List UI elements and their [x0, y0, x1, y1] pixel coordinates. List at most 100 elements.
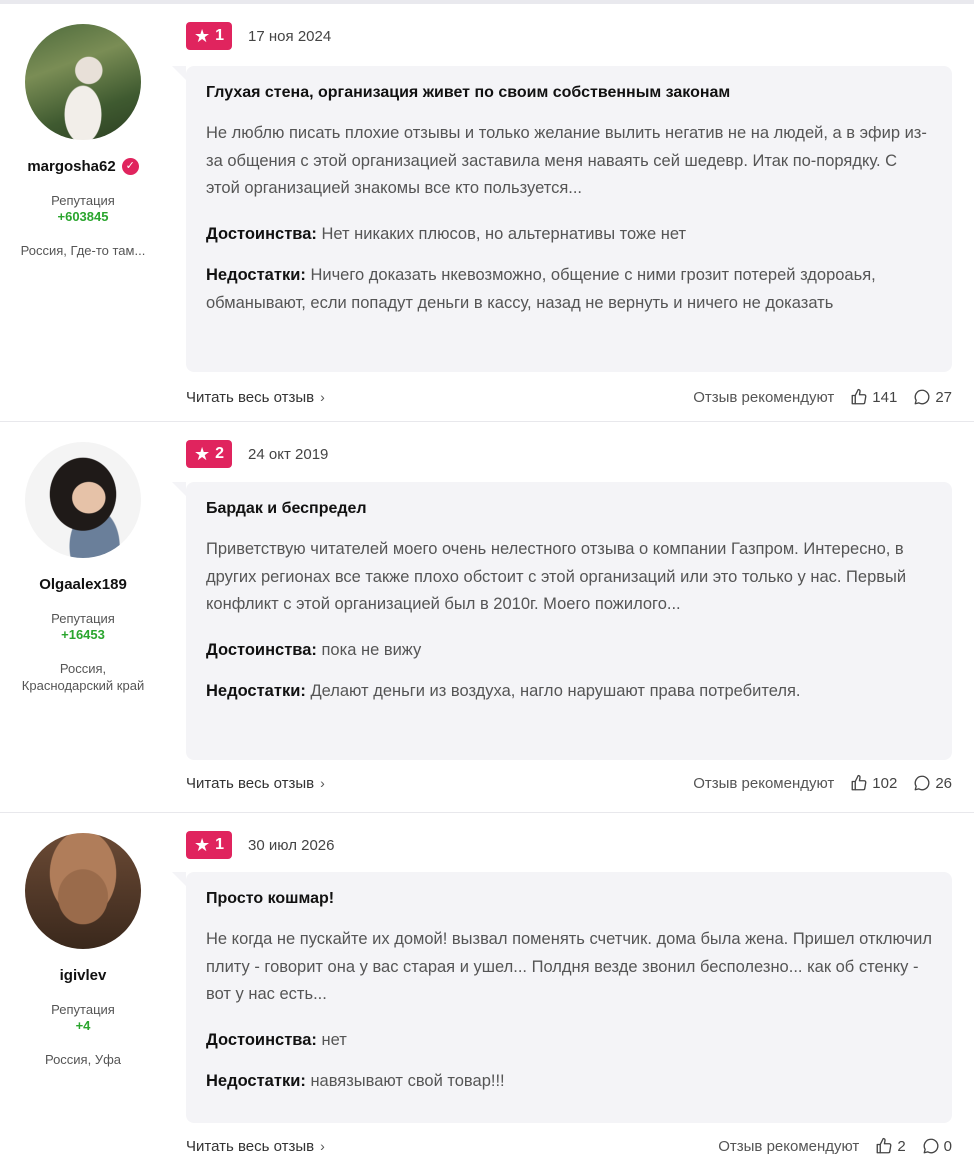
read-more-link[interactable]: Читать весь отзыв ›	[186, 775, 325, 792]
read-more-link[interactable]: Читать весь отзыв ›	[186, 1138, 325, 1155]
reputation-value: +4	[75, 1018, 91, 1033]
review-meta: ★ 1 30 июл 2026	[186, 831, 335, 859]
reputation-label: Репутация	[51, 611, 115, 626]
chevron-right-icon: ›	[320, 389, 325, 405]
chevron-right-icon: ›	[320, 1138, 325, 1154]
recommend-label: Отзыв рекомендуют	[693, 774, 835, 792]
comment-icon	[922, 1137, 940, 1155]
like-count: 2	[897, 1137, 906, 1155]
review-footer: Читать весь отзыв › Отзыв рекомендуют 10…	[186, 774, 952, 792]
review-date: 30 июл 2026	[248, 836, 335, 854]
username[interactable]: Olgaalex189	[0, 576, 166, 593]
like-button[interactable]: 141	[850, 388, 897, 406]
review-title[interactable]: Просто кошмар!	[206, 890, 932, 908]
review-cons: Недостатки: навязывают свой товар!!!	[206, 1068, 932, 1096]
read-more-label[interactable]: Читать весь отзыв	[186, 1138, 314, 1155]
review-stats: Отзыв рекомендуют 2 0	[718, 1137, 952, 1155]
username[interactable]: igivlev	[0, 967, 166, 984]
comments-button[interactable]: 0	[922, 1137, 952, 1155]
reputation-value: +603845	[57, 209, 109, 224]
username[interactable]: margosha62 ✓	[0, 158, 166, 175]
like-count: 102	[872, 774, 898, 792]
comment-count: 0	[943, 1137, 952, 1155]
author-location: Россия, Уфа	[44, 1052, 122, 1067]
review-cons: Недостатки: Ничего доказать нкевозможно,…	[206, 262, 932, 317]
avatar[interactable]	[25, 833, 141, 949]
review-title[interactable]: Бардак и беспредел	[206, 500, 932, 518]
cons-label: Недостатки:	[206, 266, 306, 284]
review-meta: ★ 1 17 ноя 2024	[186, 22, 331, 50]
rating-value: 1	[215, 836, 225, 853]
rating-badge: ★ 2	[186, 440, 233, 468]
pros-text: нет	[321, 1030, 347, 1049]
comments-button[interactable]: 26	[913, 774, 952, 792]
review-meta: ★ 2 24 окт 2019	[186, 440, 328, 468]
review-stats: Отзыв рекомендуют 102 26	[693, 774, 952, 792]
review-pros: Достоинства: пока не вижу	[206, 637, 932, 665]
review-card[interactable]: Просто кошмар! Не когда не пускайте их д…	[172, 872, 952, 1123]
pros-text: пока не вижу	[321, 640, 422, 659]
reputation-value: +16453	[61, 627, 105, 642]
star-icon: ★	[194, 835, 211, 855]
author-location: Россия, Краснодарский край	[21, 661, 145, 693]
rating-badge: ★ 1	[186, 831, 233, 859]
review-card[interactable]: Бардак и беспредел Приветствую читателей…	[172, 482, 952, 760]
review-footer: Читать весь отзыв › Отзыв рекомендуют 14…	[186, 388, 952, 406]
author-location: Россия, Где-то там...	[20, 243, 146, 258]
author-block: igivlev Репутация +4 Россия, Уфа	[0, 833, 166, 1068]
comment-count: 26	[935, 774, 952, 792]
review-text: Не люблю писать плохие отзывы и только ж…	[206, 124, 927, 197]
read-more-link[interactable]: Читать весь отзыв ›	[186, 389, 325, 406]
review-cons: Недостатки: Делают деньги из воздуха, на…	[206, 678, 932, 706]
author-block: Olgaalex189 Репутация +16453 Россия, Кра…	[0, 442, 166, 694]
pros-label: Достоинства:	[206, 1030, 317, 1049]
rating-value: 2	[215, 445, 225, 462]
review-footer: Читать весь отзыв › Отзыв рекомендуют 2 …	[186, 1137, 952, 1155]
star-icon: ★	[194, 444, 211, 464]
username-text[interactable]: igivlev	[60, 967, 107, 984]
pros-label: Достоинства:	[206, 640, 317, 659]
pros-text: Нет никаких плюсов, но альтернативы тоже…	[321, 224, 687, 243]
comment-count: 27	[935, 388, 952, 406]
review-item: margosha62 ✓ Репутация +603845 Россия, Г…	[0, 0, 974, 422]
chevron-right-icon: ›	[320, 775, 325, 791]
cons-label: Недостатки:	[206, 682, 306, 700]
username-text[interactable]: margosha62	[27, 158, 115, 175]
read-more-label[interactable]: Читать весь отзыв	[186, 389, 314, 406]
avatar[interactable]	[25, 442, 141, 558]
cons-text: Делают деньги из воздуха, нагло нарушают…	[310, 682, 801, 700]
comment-icon	[913, 774, 931, 792]
author-block: margosha62 ✓ Репутация +603845 Россия, Г…	[0, 24, 166, 259]
review-title[interactable]: Глухая стена, организация живет по своим…	[206, 84, 932, 102]
reputation-label: Репутация	[51, 1002, 115, 1017]
review-text: Приветствую читателей моего очень нелест…	[206, 540, 907, 613]
star-icon: ★	[194, 26, 211, 46]
comments-button[interactable]: 27	[913, 388, 952, 406]
review-pros: Достоинства: Нет никаких плюсов, но альт…	[206, 221, 932, 249]
review-card[interactable]: Глухая стена, организация живет по своим…	[172, 66, 952, 372]
thumbs-up-icon	[850, 388, 868, 406]
review-pros: Достоинства: нет	[206, 1027, 932, 1055]
rating-badge: ★ 1	[186, 22, 233, 50]
review-date: 17 ноя 2024	[248, 27, 332, 45]
like-count: 141	[872, 388, 898, 406]
review-item: Olgaalex189 Репутация +16453 Россия, Кра…	[0, 422, 974, 813]
review-text: Не когда не пускайте их домой! вызвал по…	[206, 930, 932, 1003]
reputation-label: Репутация	[51, 193, 115, 208]
recommend-label: Отзыв рекомендуют	[718, 1137, 860, 1155]
cons-label: Недостатки:	[206, 1072, 306, 1090]
username-text[interactable]: Olgaalex189	[39, 576, 127, 593]
thumbs-up-icon	[875, 1137, 893, 1155]
like-button[interactable]: 102	[850, 774, 897, 792]
comment-icon	[913, 388, 931, 406]
avatar[interactable]	[25, 24, 141, 140]
review-stats: Отзыв рекомендуют 141 27	[693, 388, 952, 406]
verified-badge-icon: ✓	[121, 158, 139, 175]
cons-text: Ничего доказать нкевозможно, общение с н…	[206, 266, 876, 312]
review-item: igivlev Репутация +4 Россия, Уфа ★ 1 30 …	[0, 813, 974, 1155]
cons-text: навязывают свой товар!!!	[310, 1072, 505, 1090]
like-button[interactable]: 2	[875, 1137, 906, 1155]
pros-label: Достоинства:	[206, 224, 317, 243]
recommend-label: Отзыв рекомендуют	[693, 388, 835, 406]
read-more-label[interactable]: Читать весь отзыв	[186, 775, 314, 792]
